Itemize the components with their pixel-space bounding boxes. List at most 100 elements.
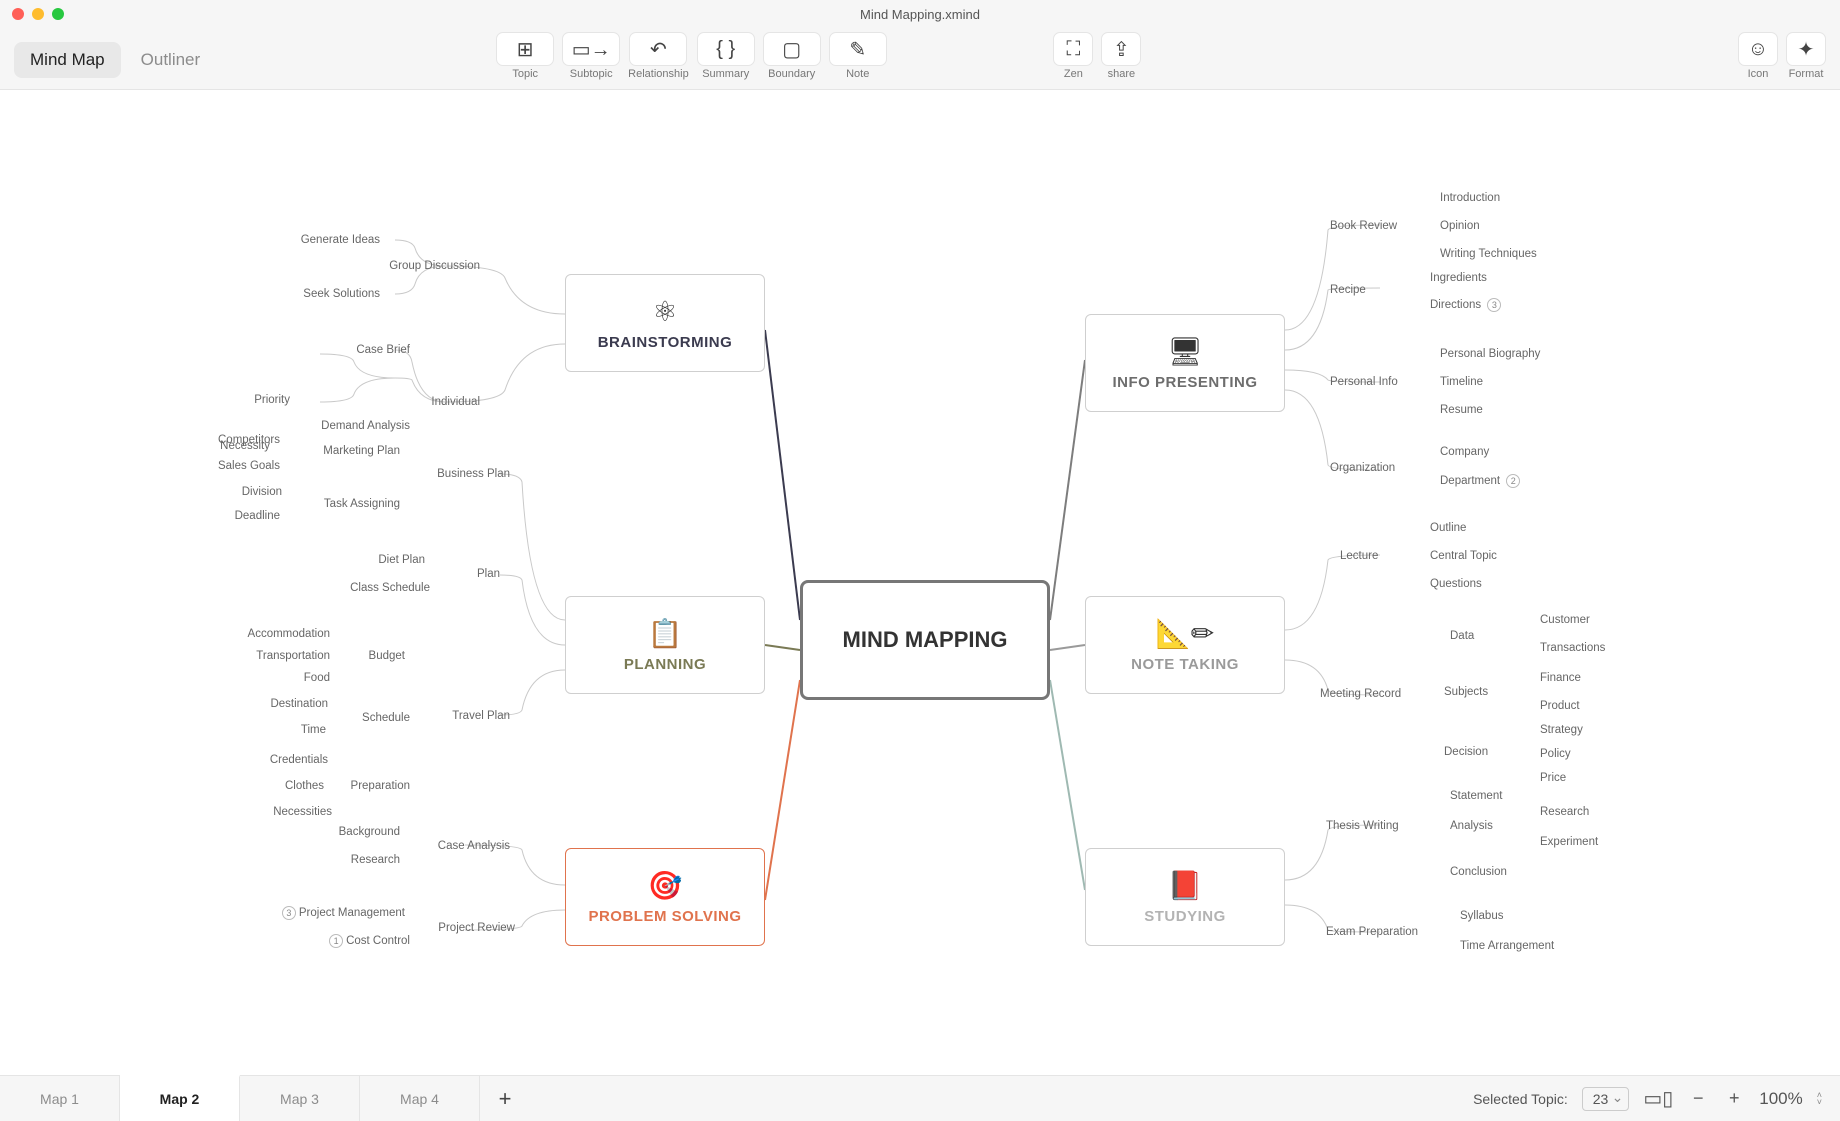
subtopic[interactable]: Budget bbox=[325, 650, 405, 662]
subtopic[interactable]: Group Discussion bbox=[360, 260, 480, 272]
subtopic[interactable]: Lecture bbox=[1340, 550, 1378, 562]
topic-button[interactable]: ⊞ bbox=[496, 32, 554, 66]
subtopic[interactable]: Marketing Plan bbox=[280, 445, 400, 457]
leaf[interactable]: Central Topic bbox=[1430, 550, 1497, 562]
leaf[interactable]: Sales Goals bbox=[180, 460, 280, 472]
leaf[interactable]: Syllabus bbox=[1460, 910, 1503, 922]
leaf[interactable]: Analysis bbox=[1450, 820, 1493, 832]
add-sheet-button[interactable]: + bbox=[480, 1076, 530, 1121]
branch-studying[interactable]: 📕 STUDYING bbox=[1085, 848, 1285, 946]
share-button[interactable]: ⇪ bbox=[1101, 32, 1141, 66]
leaf[interactable]: Questions bbox=[1430, 578, 1482, 590]
outliner-view-button[interactable]: Outliner bbox=[125, 42, 217, 78]
leaf[interactable]: Research bbox=[1540, 806, 1589, 818]
subtopic-button[interactable]: ▭→ bbox=[562, 32, 620, 66]
leaf[interactable]: Credentials bbox=[218, 754, 328, 766]
branch-info-presenting[interactable]: 🖥 INFO PRESENTING bbox=[1085, 314, 1285, 412]
leaf[interactable]: Resume bbox=[1440, 404, 1483, 416]
leaf[interactable]: Time Arrangement bbox=[1460, 940, 1554, 952]
subtopic[interactable]: Organization bbox=[1330, 462, 1395, 474]
leaf[interactable]: Time bbox=[246, 724, 326, 736]
subtopic[interactable]: Meeting Record bbox=[1320, 688, 1401, 700]
leaf[interactable]: Opinion bbox=[1440, 220, 1480, 232]
leaf[interactable]: Research bbox=[300, 854, 400, 866]
leaf[interactable]: Priority bbox=[210, 394, 290, 406]
leaf[interactable]: Company bbox=[1440, 446, 1489, 458]
leaf[interactable]: Food bbox=[250, 672, 330, 684]
subtopic[interactable]: Project Review bbox=[395, 922, 515, 934]
canvas[interactable]: MIND MAPPING ⚛ BRAINSTORMING 📋 PLANNING … bbox=[0, 90, 1840, 1075]
zoom-out-button[interactable]: − bbox=[1687, 1088, 1709, 1110]
leaf[interactable]: Statement bbox=[1450, 790, 1502, 802]
zoom-stepper[interactable]: ˄˅ bbox=[1817, 1092, 1822, 1106]
subtopic[interactable]: Recipe bbox=[1330, 284, 1366, 296]
subtopic[interactable]: Thesis Writing bbox=[1326, 820, 1399, 832]
subtopic[interactable]: Preparation bbox=[310, 780, 410, 792]
leaf[interactable]: Writing Techniques bbox=[1440, 248, 1537, 260]
leaf[interactable]: Seek Solutions bbox=[260, 288, 380, 300]
sheet-tab[interactable]: Map 4 bbox=[360, 1076, 480, 1121]
leaf[interactable]: Policy bbox=[1540, 748, 1571, 760]
leaf[interactable]: Transportation bbox=[210, 650, 330, 662]
leaf[interactable]: Necessities bbox=[222, 806, 332, 818]
leaf[interactable]: Product bbox=[1540, 700, 1580, 712]
relationship-button[interactable]: ↶ bbox=[629, 32, 687, 66]
mindmap-view-button[interactable]: Mind Map bbox=[14, 42, 121, 78]
leaf[interactable]: Diet Plan bbox=[335, 554, 425, 566]
leaf[interactable]: Personal Biography bbox=[1440, 348, 1540, 360]
map-overview-icon[interactable]: ▭▯ bbox=[1643, 1086, 1673, 1111]
leaf[interactable]: 3Project Management bbox=[245, 906, 405, 920]
leaf[interactable]: 1Cost Control bbox=[280, 934, 410, 948]
leaf[interactable]: Case Brief bbox=[300, 344, 410, 356]
subtopic[interactable]: Subjects bbox=[1444, 686, 1488, 698]
leaf[interactable]: Customer bbox=[1540, 614, 1590, 626]
leaf[interactable]: Strategy bbox=[1540, 724, 1583, 736]
sheet-tab[interactable]: Map 1 bbox=[0, 1076, 120, 1121]
subtopic[interactable]: Data bbox=[1450, 630, 1474, 642]
branch-note-taking[interactable]: 📐✏ NOTE TAKING bbox=[1085, 596, 1285, 694]
zen-button[interactable]: ⛶ bbox=[1053, 32, 1093, 66]
leaf[interactable]: Deadline bbox=[190, 510, 280, 522]
subtopic[interactable]: Individual bbox=[400, 396, 480, 408]
leaf[interactable]: Price bbox=[1540, 772, 1566, 784]
leaf[interactable]: Introduction bbox=[1440, 192, 1500, 204]
leaf[interactable]: Demand Analysis bbox=[270, 420, 410, 432]
leaf[interactable]: Directions 3 bbox=[1430, 298, 1504, 312]
subtopic[interactable]: Plan bbox=[440, 568, 500, 580]
subtopic[interactable]: Task Assigning bbox=[280, 498, 400, 510]
subtopic[interactable]: Personal Info bbox=[1330, 376, 1398, 388]
leaf[interactable]: Class Schedule bbox=[310, 582, 430, 594]
leaf[interactable]: Outline bbox=[1430, 522, 1466, 534]
leaf[interactable]: Division bbox=[192, 486, 282, 498]
branch-brainstorming[interactable]: ⚛ BRAINSTORMING bbox=[565, 274, 765, 372]
subtopic[interactable]: Decision bbox=[1444, 746, 1488, 758]
leaf[interactable]: Transactions bbox=[1540, 642, 1605, 654]
leaf[interactable]: Competitors bbox=[180, 434, 280, 446]
boundary-button[interactable]: ▢ bbox=[763, 32, 821, 66]
sheet-tab[interactable]: Map 3 bbox=[240, 1076, 360, 1121]
sheet-tab[interactable]: Map 2 bbox=[120, 1075, 240, 1121]
leaf[interactable]: Destination bbox=[218, 698, 328, 710]
leaf[interactable]: Background bbox=[290, 826, 400, 838]
subtopic[interactable]: Case Analysis bbox=[400, 840, 510, 852]
selected-count-dropdown[interactable]: 23 bbox=[1582, 1087, 1630, 1111]
branch-problem-solving[interactable]: 🎯 PROBLEM SOLVING bbox=[565, 848, 765, 946]
leaf[interactable]: Finance bbox=[1540, 672, 1581, 684]
summary-button[interactable]: { } bbox=[697, 32, 755, 66]
branch-planning[interactable]: 📋 PLANNING bbox=[565, 596, 765, 694]
leaf[interactable]: Experiment bbox=[1540, 836, 1598, 848]
subtopic[interactable]: Schedule bbox=[320, 712, 410, 724]
format-button[interactable]: ✦ bbox=[1786, 32, 1826, 66]
leaf[interactable]: Accommodation bbox=[200, 628, 330, 640]
icon-button[interactable]: ☺ bbox=[1738, 32, 1778, 66]
subtopic[interactable]: Business Plan bbox=[400, 468, 510, 480]
leaf[interactable]: Department 2 bbox=[1440, 474, 1523, 488]
zoom-in-button[interactable]: + bbox=[1723, 1088, 1745, 1110]
leaf[interactable]: Timeline bbox=[1440, 376, 1483, 388]
leaf[interactable]: Conclusion bbox=[1450, 866, 1507, 878]
leaf[interactable]: Clothes bbox=[234, 780, 324, 792]
leaf[interactable]: Ingredients bbox=[1430, 272, 1487, 284]
central-topic[interactable]: MIND MAPPING bbox=[800, 580, 1050, 700]
note-button[interactable]: ✎ bbox=[829, 32, 887, 66]
subtopic[interactable]: Travel Plan bbox=[410, 710, 510, 722]
